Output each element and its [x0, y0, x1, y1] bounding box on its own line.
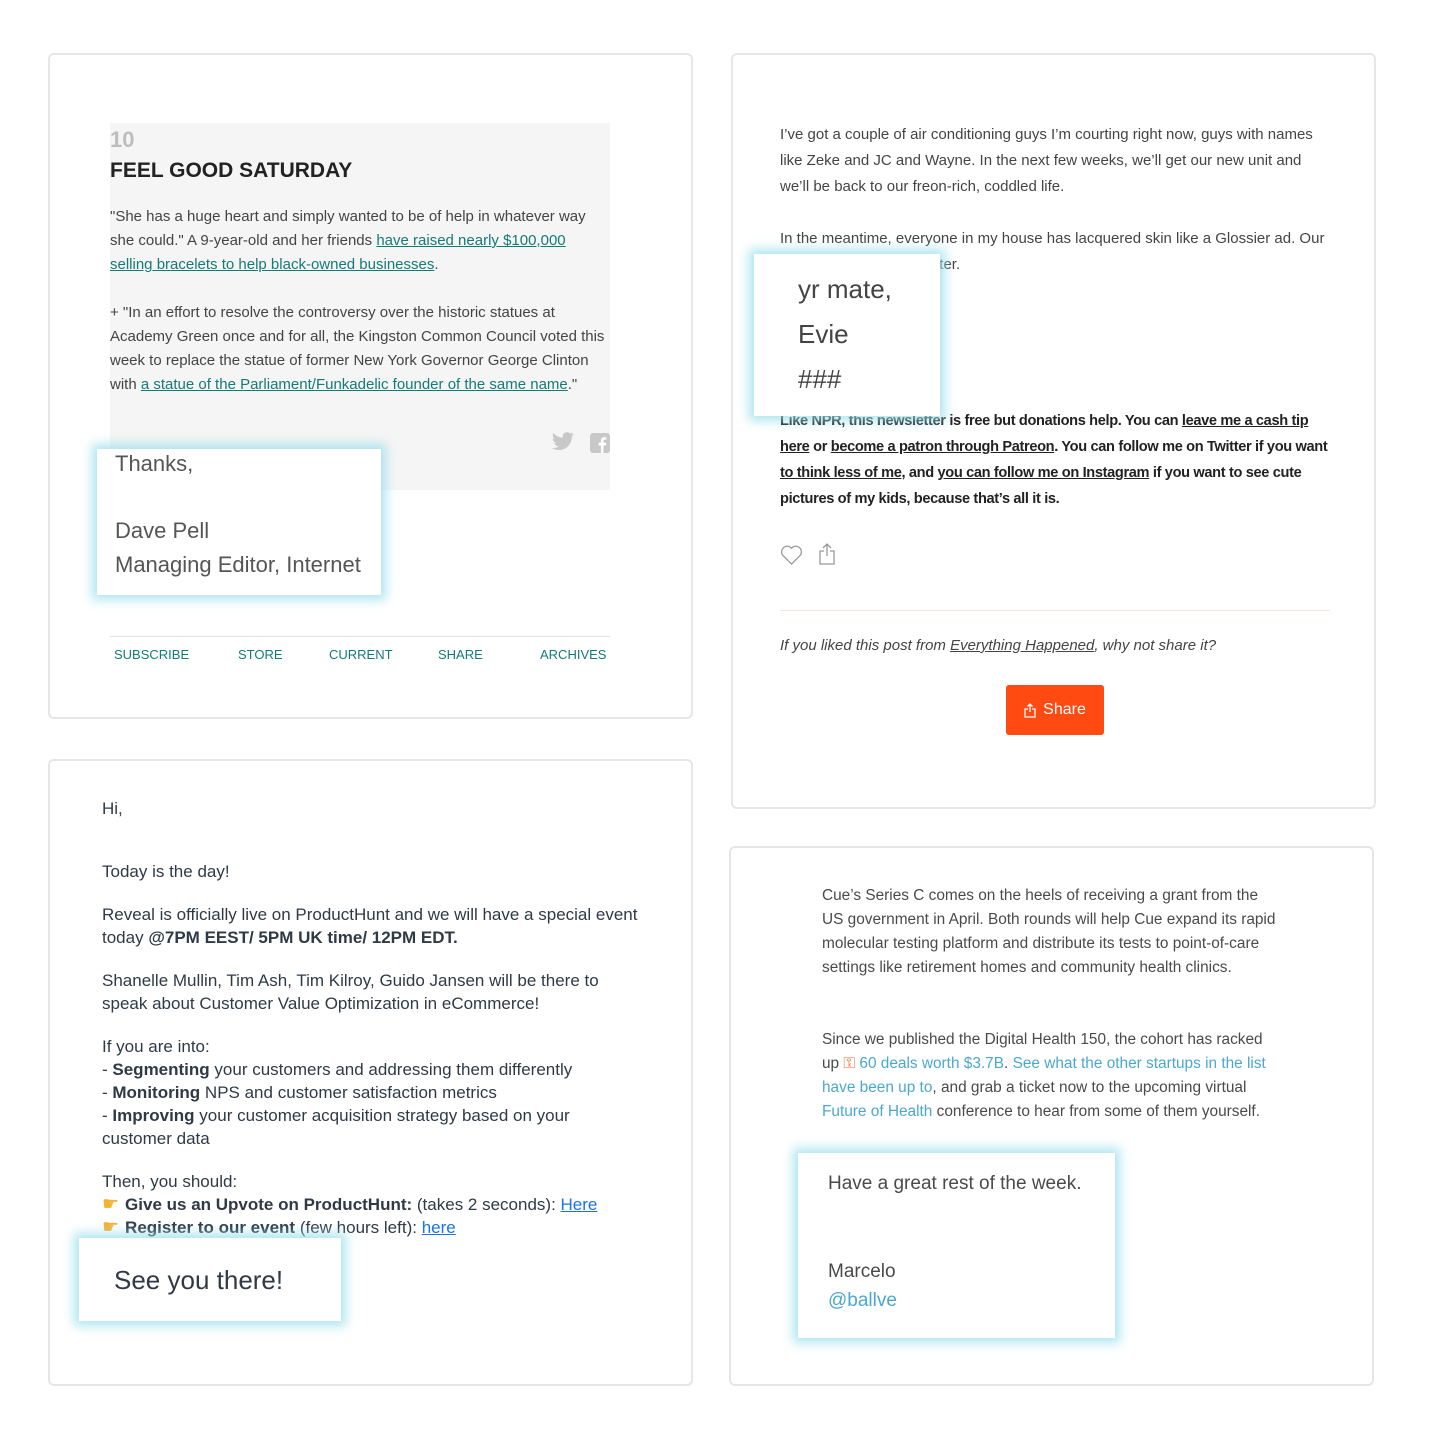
share-button-label: Share — [1043, 701, 1086, 718]
post-paragraph: I’ve got a couple of air conditioning gu… — [780, 126, 1313, 195]
text: your customers and addressing them diffe… — [209, 1060, 573, 1079]
text: (takes 2 seconds): — [412, 1195, 561, 1214]
paragraph: Shanelle Mullin, Tim Ash, Tim Kilroy, Gu… — [102, 971, 599, 1013]
signature-callout: Thanks, Dave Pell Managing Editor, Inter… — [97, 449, 381, 595]
text: NPS and customer satisfaction metrics — [200, 1083, 497, 1102]
paragraph: Since we published the Digital Health 15… — [822, 1028, 1277, 1124]
conference-link[interactable]: Future of Health — [822, 1103, 932, 1120]
facebook-icon[interactable] — [590, 433, 610, 453]
pointing-hand-icon: ☛ — [102, 1194, 120, 1215]
signoff-name: Evie — [798, 319, 849, 349]
signature-callout: Have a great rest of the week. Marcelo @… — [798, 1153, 1115, 1338]
patreon-link[interactable]: become a patron through Patreon — [831, 439, 1055, 455]
action-item: ☛ Give us an Upvote on ProductHunt: (take… — [102, 1193, 642, 1216]
list-item: - Segmenting your customers and addressi… — [102, 1060, 573, 1079]
list-intro: If you are into: — [102, 1037, 210, 1056]
deals-link[interactable]: 60 deals worth $3.7B — [859, 1055, 1004, 1072]
nav-current[interactable]: CURRENT — [329, 647, 393, 662]
text: . — [434, 256, 439, 273]
text: , and — [901, 465, 938, 481]
action-item: ☛ Register to our event (few hours left):… — [102, 1216, 642, 1239]
upvote-link[interactable]: Here — [561, 1195, 598, 1214]
story-paragraph: + "In an effort to resolve the controver… — [110, 301, 612, 397]
heart-icon[interactable] — [780, 544, 803, 571]
register-link[interactable]: here — [422, 1218, 456, 1237]
nav-subscribe[interactable]: SUBSCRIBE — [114, 647, 189, 662]
actions-intro: Then, you should: — [102, 1172, 238, 1191]
lock-star-icon: ⚿ — [843, 1055, 860, 1072]
text: ." — [567, 376, 578, 393]
text: conference to hear from some of them you… — [932, 1103, 1260, 1120]
share-button[interactable]: Share — [1006, 685, 1104, 735]
text: , why not share it? — [1094, 637, 1217, 654]
instagram-link[interactable]: you can follow me on Instagram — [938, 465, 1150, 481]
nav-store[interactable]: STORE — [238, 647, 283, 662]
text: Register to our event — [125, 1218, 296, 1237]
share-prompt: If you liked this post from Everything H… — [780, 637, 1216, 654]
text: . — [1004, 1055, 1013, 1072]
signoff: See you there! — [114, 1265, 284, 1295]
signature-callout: See you there! — [79, 1238, 341, 1321]
signoff-line: Have a great rest of the week. — [828, 1173, 1082, 1194]
text: Improving — [112, 1106, 195, 1125]
text: If you liked this post from — [780, 637, 951, 654]
nav-share[interactable]: SHARE — [438, 647, 483, 662]
share-icon[interactable] — [818, 543, 836, 570]
share-icon — [1024, 702, 1036, 718]
twitter-icon[interactable] — [551, 431, 575, 453]
footer-nav: SUBSCRIBE STORE CURRENT SHARE ARCHIVES — [0, 647, 700, 665]
text: Segmenting — [112, 1060, 210, 1079]
greeting: Hi, — [102, 799, 123, 818]
divider — [110, 636, 610, 637]
signoff-greeting: Thanks, — [115, 451, 194, 476]
text: . You can follow me on Twitter if you wa… — [1054, 439, 1328, 455]
signoff-name: Marcelo — [828, 1261, 896, 1282]
signoff-name: Dave Pell — [115, 518, 210, 543]
donation-paragraph: Like NPR, this newsletter is free but do… — [780, 408, 1336, 512]
twitter-handle-link[interactable]: @ballve — [828, 1290, 897, 1312]
paragraph: Reveal is officially live on ProductHunt… — [102, 903, 642, 949]
signature-callout: yr mate, Evie ### — [754, 254, 940, 416]
list-item: - Monitoring NPS and customer satisfacti… — [102, 1083, 497, 1102]
signoff-greeting: yr mate, — [798, 274, 892, 304]
email-body: Hi, Today is the day! Reveal is official… — [102, 797, 642, 1239]
pointing-hand-icon: ☛ — [102, 1217, 120, 1238]
event-time: @7PM EEST/ 5PM UK time/ 12PM EDT. — [148, 928, 458, 947]
issue-title: FEEL GOOD SATURDAY — [110, 159, 353, 182]
text: Monitoring — [112, 1083, 201, 1102]
text: (few hours left): — [295, 1218, 422, 1237]
text: or — [809, 439, 831, 455]
text: , and grab a ticket now to the upcoming … — [932, 1079, 1247, 1096]
signoff-role: Managing Editor, Internet — [115, 552, 361, 577]
story-paragraph: "She has a huge heart and simply wanted … — [110, 205, 610, 277]
paragraph: Cue’s Series C comes on the heels of rec… — [822, 887, 1276, 976]
text: Give us an Upvote on ProductHunt: — [125, 1195, 413, 1214]
divider — [780, 610, 1330, 611]
twitter-link[interactable]: to think less of me — [780, 465, 902, 481]
signoff-end-mark: ### — [798, 364, 842, 394]
issue-number: 10 — [110, 127, 135, 152]
nav-archives[interactable]: ARCHIVES — [540, 647, 606, 662]
story-link[interactable]: a statue of the Parliament/Funkadelic fo… — [141, 376, 568, 393]
paragraph: Today is the day! — [102, 862, 230, 881]
publication-link[interactable]: Everything Happened — [950, 637, 1094, 654]
list-item: - Improving your customer acquisition st… — [102, 1106, 570, 1148]
